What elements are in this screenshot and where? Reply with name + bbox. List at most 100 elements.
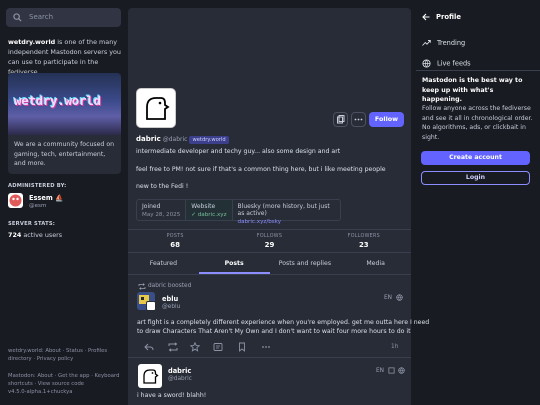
field-joined: Joined May 28, 2025 (137, 200, 187, 220)
globe-icon (398, 367, 405, 374)
server-card[interactable]: wetdry.world We are a community focused … (8, 73, 121, 174)
language-label: EN (376, 368, 384, 374)
server-logo: wetdry.world (14, 93, 101, 108)
mastodon-footer-line[interactable]: Mastodon: About · Get the app · Keyboard… (8, 372, 121, 388)
posts-count[interactable]: POSTS 68 (128, 230, 222, 252)
administered-by-label: ADMINISTERED BY: (8, 183, 67, 189)
server-hero-image: wetdry.world (8, 73, 121, 135)
status-handle[interactable]: @eblu (162, 304, 180, 310)
more-horizontal-icon (352, 113, 365, 126)
globe-icon (396, 294, 403, 301)
server-intro: wetdry.world is one of the many independ… (8, 37, 121, 77)
create-account-button[interactable]: Create account (421, 151, 530, 165)
profile-counts: POSTS 68 FOLLOWS 29 FOLLOWERS 23 (128, 229, 411, 253)
edited-icon (388, 367, 395, 374)
server-name[interactable]: wetdry.world (8, 38, 55, 46)
field-key: Joined (142, 203, 161, 210)
more-options-button[interactable] (351, 112, 366, 127)
search-placeholder: Search (29, 13, 54, 21)
booster-avatar[interactable] (146, 301, 156, 311)
bookmark-icon[interactable] (237, 342, 247, 352)
status-time[interactable]: 1h (391, 344, 398, 350)
admin-account[interactable]: Essem ⛵ @esm (8, 193, 121, 211)
bio-line: feel free to PM! not sure if that's a co… (136, 166, 386, 173)
boost-button-icon[interactable] (168, 342, 178, 352)
profile-fields: Joined May 28, 2025 Website ✓ dabric.xyz… (136, 199, 341, 225)
profile-handle: @dabric (162, 136, 188, 143)
server-description: We are a community focused on gaming, te… (14, 141, 115, 167)
status-meta: EN (384, 294, 403, 301)
count-label: FOLLOWS (256, 234, 283, 239)
count-value: 29 (264, 241, 275, 249)
tab-featured[interactable]: Featured (128, 253, 199, 274)
admin-name: Essem ⛵ (29, 194, 64, 202)
nav-live-feeds[interactable]: Live feeds (422, 59, 471, 68)
mastodon-tagline: Mastodon is the best way to keep up with… (422, 77, 523, 103)
admin-avatar[interactable] (8, 193, 23, 208)
bluesky-link[interactable]: dabric.xyz/bsky (238, 219, 335, 225)
active-users-label: active users (21, 231, 63, 239)
trending-icon (422, 39, 431, 47)
active-users: 724 active users (8, 231, 121, 239)
admin-handle: @esm (29, 203, 47, 209)
server-stats-label: SERVER STATS: (8, 221, 56, 227)
nav-trending[interactable]: Trending (422, 39, 465, 47)
tab-media[interactable]: Media (340, 253, 411, 274)
boost-icon (138, 283, 146, 290)
language-label: EN (384, 295, 392, 301)
count-label: POSTS (166, 234, 184, 239)
status-display-name[interactable]: eblu (162, 295, 178, 303)
count-value: 68 (170, 241, 181, 249)
count-value: 23 (358, 241, 369, 249)
nav-label: Trending (437, 39, 466, 47)
active-users-count: 724 (8, 231, 22, 239)
mastodon-footer-links[interactable]: Mastodon: About · Get the app · Keyboard… (8, 372, 121, 396)
boost-label[interactable]: dabric boosted (148, 283, 191, 289)
profile-tabs: Featured Posts Posts and replies Media (128, 253, 411, 275)
search-input[interactable]: Search (6, 8, 121, 27)
status-divider (128, 357, 411, 358)
status-avatar[interactable] (138, 364, 162, 388)
status-handle[interactable]: @dabric (168, 376, 192, 382)
reply-icon[interactable] (144, 342, 154, 352)
tab-posts-and-replies[interactable]: Posts and replies (270, 253, 341, 274)
status-display-name[interactable]: dabric (168, 367, 191, 375)
profile-display-name: dabric (136, 135, 161, 143)
copy-link-button[interactable] (333, 112, 348, 127)
field-website: Website ✓ dabric.xyz (186, 200, 233, 220)
back-arrow-icon[interactable] (422, 13, 430, 21)
profile-header[interactable]: Profile (422, 13, 461, 21)
field-bluesky: Bluesky (more history, but just as activ… (233, 200, 340, 225)
field-value: May 28, 2025 (142, 212, 181, 218)
status-meta: EN (376, 367, 405, 374)
globe-icon (422, 59, 431, 68)
profile-name-row: dabric @dabric wetdry.world (136, 135, 229, 144)
status-actions (144, 342, 399, 352)
follow-button[interactable]: Follow (369, 112, 404, 127)
count-label: FOLLOWERS (347, 234, 380, 239)
status-text-line: to draw Characters That Aren't My Own an… (137, 328, 411, 335)
sidebar-divider (416, 70, 540, 71)
status-text-line: art fight is a completely different expe… (137, 319, 430, 326)
favourite-star-icon[interactable] (190, 342, 200, 352)
copy-icon (334, 113, 347, 126)
search-icon (13, 13, 22, 22)
mastodon-description: Follow anyone across the fediverse and s… (422, 105, 533, 141)
server-footer-links[interactable]: wetdry.world: About · Status · Profiles … (8, 347, 121, 363)
version-label: v4.5.0-alpha.1+chuckya (8, 389, 73, 395)
verified-link[interactable]: ✓ dabric.xyz (191, 212, 226, 218)
tab-posts[interactable]: Posts (198, 253, 270, 274)
server-badge: wetdry.world (189, 136, 229, 144)
bio-line: new to the Fedi ! (136, 183, 189, 190)
profile-avatar[interactable] (136, 88, 176, 128)
field-key: Website (191, 203, 216, 210)
quote-icon[interactable] (213, 342, 223, 352)
more-horizontal-icon[interactable] (261, 342, 271, 352)
follows-count[interactable]: FOLLOWS 29 (222, 230, 316, 252)
nav-label: Live feeds (437, 59, 471, 68)
login-button[interactable]: Login (421, 171, 530, 185)
bio-line: intermediate developer and techy guy... … (136, 148, 341, 155)
status-text-line: i have a sword! blahh! (137, 392, 207, 399)
followers-count[interactable]: FOLLOWERS 23 (317, 230, 411, 252)
profile-header-label: Profile (436, 13, 461, 21)
